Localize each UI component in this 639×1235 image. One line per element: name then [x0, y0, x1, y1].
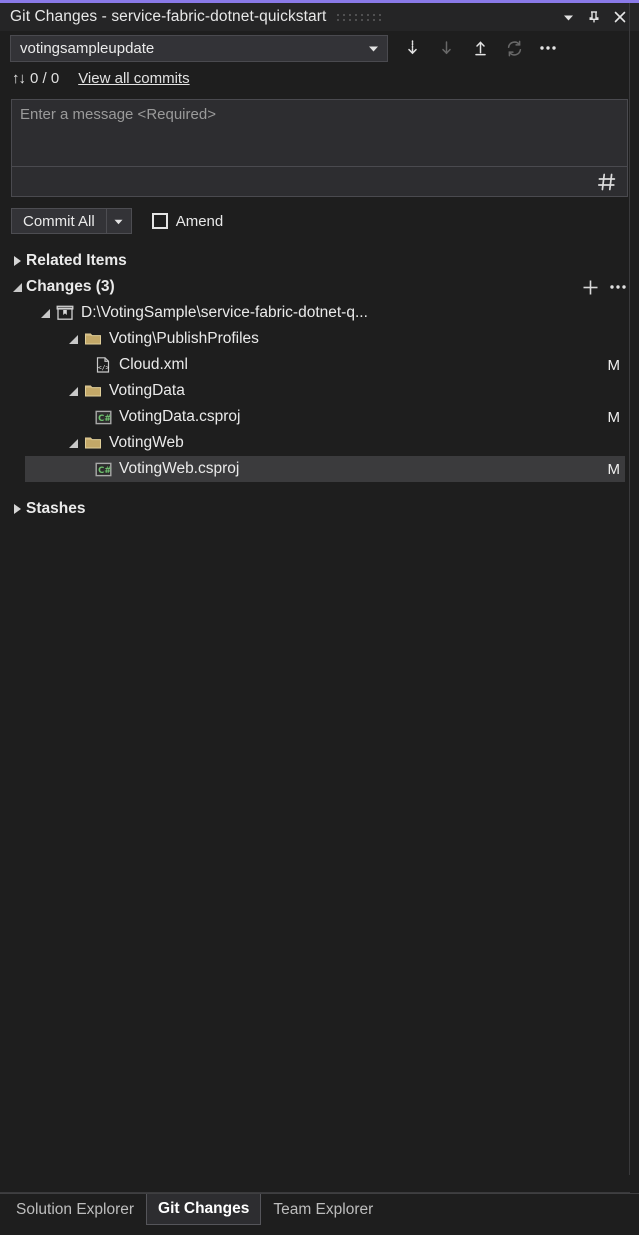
plus-icon[interactable] [578, 276, 602, 298]
folder-label: VotingData [109, 382, 185, 400]
triangle-down-icon[interactable] [64, 387, 82, 396]
csharp-file-icon: C# [92, 461, 114, 478]
file-status-badge: M [608, 461, 621, 478]
section-related-items[interactable]: Related Items [0, 248, 639, 274]
commit-controls-row: Commit All Amend [0, 204, 639, 238]
svg-text:</>: </> [98, 365, 109, 372]
commit-message-footer [12, 166, 627, 196]
triangle-right-icon[interactable] [8, 504, 26, 514]
file-node-cloud-xml[interactable]: </> Cloud.xml M [0, 352, 639, 378]
panel-right-border [629, 3, 630, 1175]
file-node-votingweb-csproj[interactable]: C# VotingWeb.csproj M [25, 456, 625, 482]
stashes-label: Stashes [26, 500, 85, 518]
changes-header-actions [578, 276, 630, 298]
amend-label: Amend [176, 213, 224, 230]
changes-more-ellipsis-icon[interactable] [606, 276, 630, 298]
branch-chevron-down-icon[interactable] [359, 36, 387, 61]
folder-icon [82, 435, 104, 451]
pin-icon[interactable] [581, 5, 607, 29]
git-changes-panel: Git Changes - service-fabric-dotnet-quic… [0, 0, 639, 1235]
folder-label: VotingWeb [109, 434, 184, 452]
branch-toolbar: votingsampleupdate [0, 31, 639, 65]
section-changes[interactable]: Changes (3) [0, 274, 639, 300]
xml-file-icon: </> [92, 356, 114, 374]
changes-tree: Related Items Changes (3) [0, 248, 639, 1193]
bottom-tab-strip: Solution Explorer Git Changes Team Explo… [0, 1193, 639, 1235]
tab-team-explorer[interactable]: Team Explorer [261, 1194, 385, 1225]
folder-node-votingdata[interactable]: VotingData [0, 378, 639, 404]
branch-selector[interactable]: votingsampleupdate [10, 35, 388, 62]
pull-icon[interactable] [430, 34, 462, 62]
sync-icon[interactable] [498, 34, 530, 62]
sync-arrows-icon: ↑↓ [12, 70, 25, 87]
folder-icon [82, 383, 104, 399]
more-actions-ellipsis-icon[interactable] [532, 34, 564, 62]
sync-count-label: 0 / 0 [30, 70, 59, 87]
repository-icon [54, 304, 76, 322]
repository-path-label: D:\VotingSample\service-fabric-dotnet-q.… [81, 304, 368, 322]
commit-all-button[interactable]: Commit All [12, 209, 106, 233]
csharp-file-icon: C# [92, 409, 114, 426]
file-status-badge: M [608, 357, 621, 374]
drag-handle-dots-icon[interactable] [336, 11, 384, 23]
repository-node[interactable]: D:\VotingSample\service-fabric-dotnet-q.… [0, 300, 639, 326]
commit-options-chevron-down-icon[interactable] [106, 209, 131, 233]
svg-text:C#: C# [98, 412, 111, 422]
commit-message-container: Enter a message <Required> [11, 99, 628, 197]
file-label: VotingWeb.csproj [119, 460, 239, 478]
folder-icon [82, 331, 104, 347]
file-node-votingdata-csproj[interactable]: C# VotingData.csproj M [0, 404, 639, 430]
triangle-down-icon[interactable] [8, 283, 26, 292]
tool-window-titlebar: Git Changes - service-fabric-dotnet-quic… [0, 3, 639, 31]
related-items-label: Related Items [26, 252, 127, 270]
folder-label: Voting\PublishProfiles [109, 330, 259, 348]
page-title: Git Changes - service-fabric-dotnet-quic… [10, 8, 326, 26]
sync-status-row: ↑↓ 0 / 0 View all commits [0, 65, 639, 91]
file-status-badge: M [608, 409, 621, 426]
commit-button-group: Commit All [11, 208, 132, 234]
section-stashes[interactable]: Stashes [0, 496, 639, 522]
view-all-commits-link[interactable]: View all commits [78, 70, 189, 87]
commit-message-input[interactable]: Enter a message <Required> [12, 100, 627, 166]
changes-label: Changes (3) [26, 278, 115, 296]
svg-text:C#: C# [98, 464, 111, 474]
folder-node-votingweb[interactable]: VotingWeb [0, 430, 639, 456]
triangle-down-icon[interactable] [36, 309, 54, 318]
folder-node-voting-publishprofiles[interactable]: Voting\PublishProfiles [0, 326, 639, 352]
file-label: VotingData.csproj [119, 408, 241, 426]
amend-checkbox[interactable] [152, 213, 168, 229]
branch-name-label: votingsampleupdate [11, 40, 359, 57]
window-menu-chevron-down-icon[interactable] [555, 5, 581, 29]
fetch-icon[interactable] [396, 34, 428, 62]
hash-icon[interactable] [594, 170, 620, 194]
triangle-down-icon[interactable] [64, 439, 82, 448]
git-action-buttons [396, 34, 564, 62]
panel-bottom-border [0, 1192, 630, 1193]
file-label: Cloud.xml [119, 356, 188, 374]
tab-git-changes[interactable]: Git Changes [146, 1194, 261, 1225]
tab-solution-explorer[interactable]: Solution Explorer [4, 1194, 146, 1225]
push-icon[interactable] [464, 34, 496, 62]
amend-checkbox-wrapper[interactable]: Amend [152, 213, 224, 230]
triangle-right-icon[interactable] [8, 256, 26, 266]
triangle-down-icon[interactable] [64, 335, 82, 344]
